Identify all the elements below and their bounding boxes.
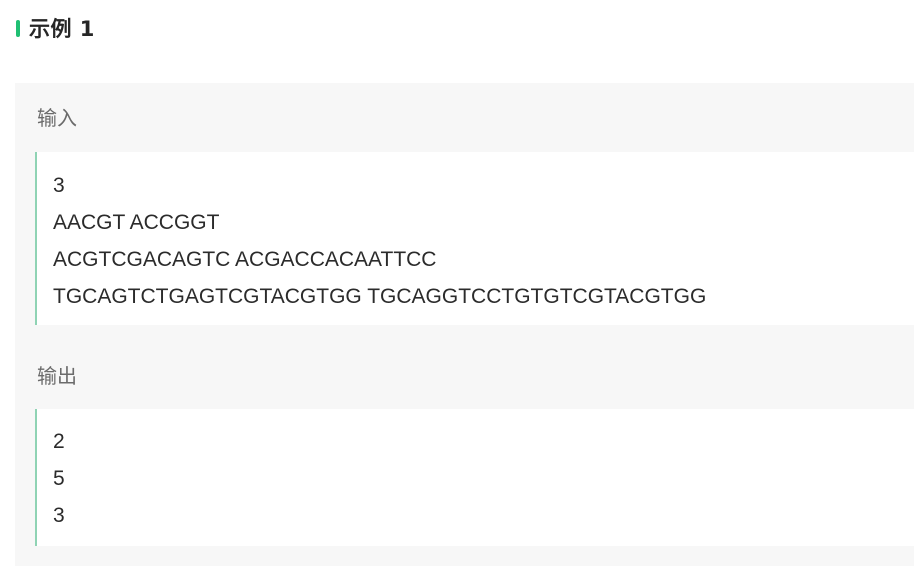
input-line: TGCAGTCTGAGTCGTACGTGG TGCAGGTCCTGTGTCGTA… bbox=[53, 285, 707, 308]
input-line: 3 bbox=[53, 174, 65, 197]
output-line: 3 bbox=[53, 504, 65, 527]
example-header: 示例 1 bbox=[16, 12, 95, 44]
output-line: 5 bbox=[53, 467, 65, 490]
output-code-block: 2 5 3 bbox=[35, 409, 914, 546]
input-line: ACGTCGACAGTC ACGACCACAATTCC bbox=[53, 248, 437, 271]
output-line: 2 bbox=[53, 430, 65, 453]
input-code-block: 3 AACGT ACCGGT ACGTCGACAGTC ACGACCACAATT… bbox=[35, 152, 914, 325]
input-label: 输入 bbox=[37, 106, 77, 130]
title-marker bbox=[16, 19, 20, 37]
output-label: 输出 bbox=[37, 364, 77, 388]
example-title: 示例 1 bbox=[29, 17, 95, 41]
input-line: AACGT ACCGGT bbox=[53, 211, 220, 234]
example-panel: 输入 3 AACGT ACCGGT ACGTCGACAGTC ACGACCACA… bbox=[15, 83, 914, 566]
